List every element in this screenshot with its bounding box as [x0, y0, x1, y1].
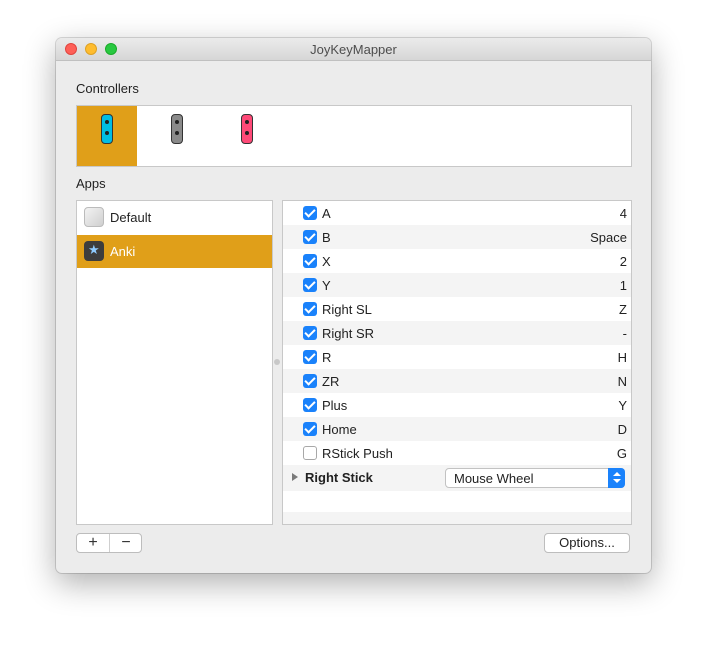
add-app-button[interactable]: +	[77, 534, 110, 552]
button-name: X	[322, 254, 331, 269]
apps-label: Apps	[76, 176, 106, 191]
button-name: RStick Push	[322, 446, 393, 461]
app-item-anki[interactable]: ★ Anki	[77, 235, 272, 268]
mapping-row[interactable]: RStick Push G	[283, 441, 631, 465]
disclosure-triangle-icon[interactable]	[292, 473, 298, 481]
enabled-checkbox[interactable]	[303, 446, 317, 460]
mapping-row[interactable]: Right SL Z	[283, 297, 631, 321]
anki-app-icon: ★	[84, 241, 104, 261]
empty-row	[283, 491, 631, 512]
mapping-row[interactable]: Y 1	[283, 273, 631, 297]
mapping-row[interactable]: X 2	[283, 249, 631, 273]
enabled-checkbox[interactable]	[303, 398, 317, 412]
button-name: Right SL	[322, 302, 372, 317]
key-value[interactable]: N	[618, 374, 627, 389]
button-name: Y	[322, 278, 331, 293]
stick-mode-popup[interactable]: Mouse Wheel	[445, 468, 625, 488]
button-name: Home	[322, 422, 357, 437]
joycon-pink-icon	[241, 114, 253, 144]
joycon-gray-icon	[171, 114, 183, 144]
key-value[interactable]: Y	[618, 398, 627, 413]
stick-mode-label: Mouse Wheel	[454, 471, 534, 486]
key-value[interactable]: H	[618, 350, 627, 365]
enabled-checkbox[interactable]	[303, 422, 317, 436]
controllers-panel	[76, 105, 632, 167]
controller-item-3[interactable]	[217, 106, 277, 166]
stick-row[interactable]: Right Stick Mouse Wheel	[283, 465, 631, 491]
button-name: A	[322, 206, 331, 221]
mapping-row[interactable]: B Space	[283, 225, 631, 249]
controller-item-1[interactable]	[77, 106, 137, 166]
joycon-right-icon	[101, 114, 113, 144]
controller-item-2[interactable]	[147, 106, 207, 166]
button-name: Right SR	[322, 326, 375, 341]
key-value[interactable]: 1	[620, 278, 627, 293]
mapping-row[interactable]: Home D	[283, 417, 631, 441]
enabled-checkbox[interactable]	[303, 254, 317, 268]
enabled-checkbox[interactable]	[303, 302, 317, 316]
window-title: JoyKeyMapper	[310, 42, 397, 57]
enabled-checkbox[interactable]	[303, 326, 317, 340]
app-add-remove-control: + −	[76, 533, 142, 553]
app-item-label: Default	[110, 210, 152, 225]
app-item-default[interactable]: Default	[77, 201, 272, 234]
splitter-handle[interactable]	[274, 359, 280, 365]
key-value[interactable]: 4	[620, 206, 627, 221]
key-value[interactable]: G	[617, 446, 627, 461]
controllers-label: Controllers	[76, 81, 139, 96]
mapping-row[interactable]: Right SR -	[283, 321, 631, 345]
button-name: R	[322, 350, 332, 365]
enabled-checkbox[interactable]	[303, 350, 317, 364]
default-app-icon	[84, 207, 104, 227]
mapping-row[interactable]: A 4	[283, 201, 631, 225]
mapping-row[interactable]: ZR N	[283, 369, 631, 393]
app-item-label: Anki	[110, 244, 136, 259]
title-bar: JoyKeyMapper	[56, 38, 651, 61]
enabled-checkbox[interactable]	[303, 374, 317, 388]
stick-name: Right Stick	[305, 470, 373, 485]
button-name: B	[322, 230, 331, 245]
button-mapping-list: A 4 B Space X 2 Y 1 Right SL Z Right SR …	[282, 200, 632, 525]
enabled-checkbox[interactable]	[303, 206, 317, 220]
enabled-checkbox[interactable]	[303, 230, 317, 244]
button-name: ZR	[322, 374, 340, 389]
empty-row	[283, 512, 631, 524]
key-value[interactable]: 2	[620, 254, 627, 269]
apps-list: Default ★ Anki	[76, 200, 273, 525]
enabled-checkbox[interactable]	[303, 278, 317, 292]
key-value[interactable]: Space	[590, 230, 627, 245]
options-button[interactable]: Options...	[544, 533, 630, 553]
app-window: JoyKeyMapper Controllers Apps Default ★ …	[56, 38, 651, 573]
key-value[interactable]: -	[623, 326, 627, 341]
key-value[interactable]: D	[618, 422, 627, 437]
mapping-row[interactable]: Plus Y	[283, 393, 631, 417]
key-value[interactable]: Z	[619, 302, 627, 317]
remove-app-button[interactable]: −	[110, 534, 142, 552]
button-name: Plus	[322, 398, 348, 413]
popup-arrows-icon	[608, 468, 625, 488]
mapping-row[interactable]: R H	[283, 345, 631, 369]
